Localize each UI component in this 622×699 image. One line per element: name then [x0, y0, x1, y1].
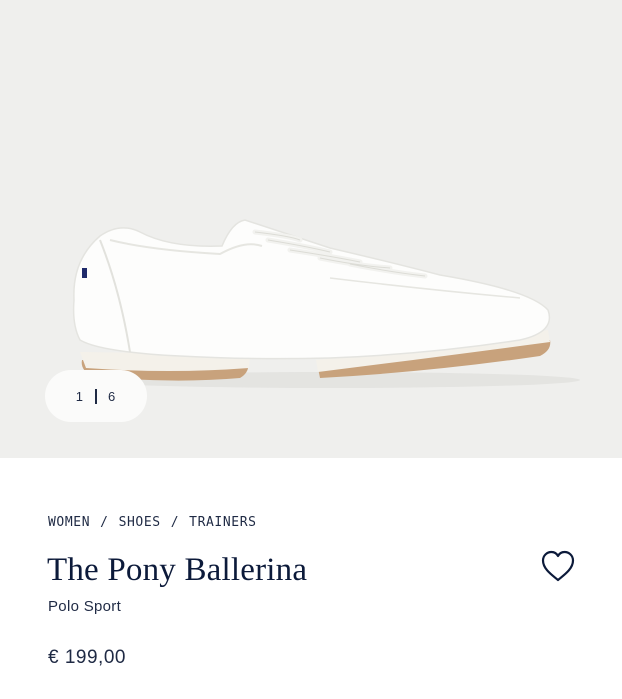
breadcrumb-trainers[interactable]: TRAINERS [189, 515, 256, 530]
image-counter-divider [95, 388, 97, 404]
product-brand: Polo Sport [48, 598, 122, 615]
product-title: The Pony Ballerina [47, 552, 308, 588]
product-info: WOMEN / SHOES / TRAINERS The Pony Baller… [0, 458, 622, 699]
breadcrumb: WOMEN / SHOES / TRAINERS [48, 515, 257, 530]
image-counter: 1 6 [45, 370, 147, 422]
breadcrumb-shoes[interactable]: SHOES [119, 515, 161, 530]
breadcrumb-separator: / [170, 515, 180, 530]
image-counter-total: 6 [108, 388, 117, 404]
breadcrumb-women[interactable]: WOMEN [48, 515, 90, 530]
heart-outline-icon[interactable] [540, 549, 576, 583]
breadcrumb-separator: / [100, 515, 109, 530]
product-image-gallery[interactable]: 1 6 [0, 0, 622, 458]
product-price: € 199,00 [48, 647, 126, 668]
image-counter-current: 1 [75, 388, 84, 404]
